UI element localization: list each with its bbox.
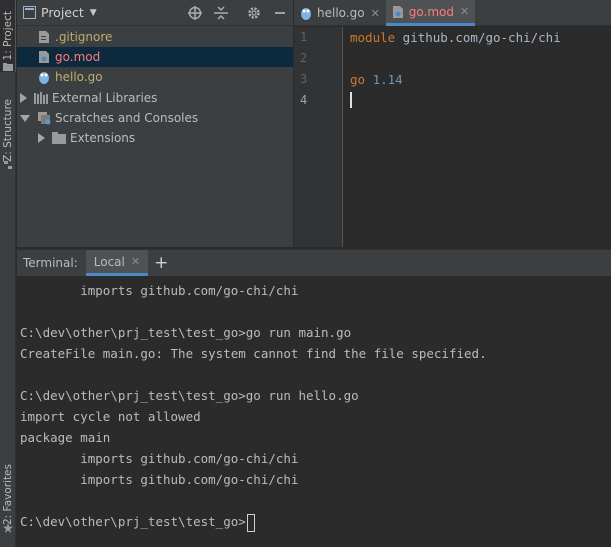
tree-item-scratches[interactable]: Scratches and Consoles — [17, 108, 293, 128]
terminal-line: package main — [20, 430, 111, 445]
terminal-line: imports github.com/go-chi/chi — [20, 472, 299, 487]
favorites-tool-tab-label: 2: Favorites — [2, 463, 14, 525]
locate-target-icon[interactable] — [187, 5, 202, 20]
tree-item-external-libraries[interactable]: External Libraries — [17, 88, 293, 108]
project-tool-tab[interactable]: 1: Project — [0, 0, 16, 72]
hide-panel-icon[interactable] — [272, 5, 287, 20]
tool-window-strip: 1: Project Z: Structure 2: Favorites — [0, 0, 16, 547]
tab-hello-go[interactable]: hello.go ✕ — [294, 0, 386, 26]
terminal-tab-label: Local — [93, 254, 125, 269]
star-icon — [3, 523, 13, 533]
project-panel: Project ▼ .gitignore go.mod hello.go Ext… — [17, 0, 293, 247]
go-keyword: go — [350, 72, 366, 87]
folder-icon — [3, 63, 13, 71]
file-icon — [37, 30, 51, 44]
terminal-prompt: C:\dev\other\prj_test\test_go> — [20, 514, 246, 529]
tree-item-label: .gitignore — [55, 30, 113, 44]
tree-item-label: hello.go — [55, 70, 103, 84]
go-version: 1.14 — [365, 72, 403, 87]
close-icon[interactable]: ✕ — [460, 5, 469, 18]
terminal-line: C:\dev\other\prj_test\test_go>go run mai… — [20, 325, 352, 340]
terminal-line: CreateFile main.go: The system cannot fi… — [20, 346, 487, 361]
terminal-tab-local[interactable]: Local ✕ — [85, 250, 149, 276]
editor-pane: hello.go ✕ go.mod ✕ 1 2 3 4 module githu… — [294, 0, 611, 247]
gopher-icon — [301, 8, 311, 20]
line-number: 2 — [300, 51, 308, 65]
editor-tab-bar: hello.go ✕ go.mod ✕ — [294, 0, 611, 26]
chevron-down-icon[interactable] — [20, 114, 30, 122]
add-tab-icon[interactable]: + — [154, 253, 168, 273]
text-caret — [350, 92, 352, 108]
module-path: github.com/go-chi/chi — [395, 30, 561, 45]
close-icon[interactable]: ✕ — [131, 255, 140, 268]
structure-tool-tab[interactable]: Z: Structure — [0, 90, 16, 170]
line-number: 4 — [300, 93, 308, 107]
tree-item-gitignore[interactable]: .gitignore — [17, 27, 293, 47]
chevron-right-icon[interactable] — [38, 133, 45, 143]
terminal-line: imports github.com/go-chi/chi — [20, 451, 299, 466]
chevron-down-icon[interactable]: ▼ — [90, 8, 97, 18]
project-tool-tab-label: 1: Project — [1, 11, 14, 61]
folder-icon — [52, 131, 66, 145]
gopher-icon — [37, 70, 51, 84]
scratches-icon — [37, 111, 51, 125]
terminal-title: Terminal: — [23, 256, 78, 270]
tree-item-extensions[interactable]: Extensions — [17, 128, 293, 148]
gomod-icon — [392, 5, 403, 18]
tab-go-mod[interactable]: go.mod ✕ — [385, 0, 476, 26]
terminal-prompt-line[interactable]: C:\dev\other\prj_test\test_go> — [20, 511, 610, 532]
terminal-line: imports github.com/go-chi/chi — [20, 283, 299, 298]
tree-item-hello-go[interactable]: hello.go — [17, 67, 293, 87]
tree-item-label: External Libraries — [52, 91, 158, 105]
tree-item-go-mod[interactable]: go.mod — [17, 47, 293, 67]
code-area[interactable]: module github.com/go-chi/chi go 1.14 — [350, 27, 610, 247]
gear-icon[interactable] — [246, 5, 261, 20]
library-icon — [34, 91, 48, 105]
terminal-cursor — [246, 513, 255, 532]
structure-icon — [4, 161, 12, 169]
project-panel-header: Project ▼ — [17, 0, 293, 26]
tab-label: go.mod — [408, 4, 454, 19]
tree-item-label: go.mod — [55, 50, 101, 64]
terminal-line: C:\dev\other\prj_test\test_go>go run hel… — [20, 388, 359, 403]
tab-label: hello.go — [317, 6, 365, 20]
project-view-icon — [23, 6, 36, 19]
terminal-output[interactable]: imports github.com/go-chi/chi C:\dev\oth… — [20, 280, 610, 532]
terminal-header: Terminal: Local ✕ + — [17, 250, 611, 276]
structure-tool-tab-label: Z: Structure — [2, 98, 14, 162]
module-keyword: module — [350, 30, 396, 45]
terminal-panel: Terminal: Local ✕ + imports github.com/g… — [17, 249, 611, 547]
chevron-right-icon[interactable] — [20, 93, 27, 103]
project-view-selector[interactable]: Project — [41, 5, 84, 20]
favorites-tool-tab[interactable]: 2: Favorites — [0, 455, 16, 533]
terminal-line: import cycle not allowed — [20, 409, 201, 424]
line-number: 3 — [300, 72, 308, 86]
tree-item-label: Extensions — [70, 131, 136, 145]
line-number-gutter: 1 2 3 4 — [294, 27, 343, 247]
close-icon[interactable]: ✕ — [371, 7, 380, 20]
code-line-1: module github.com/go-chi/chi — [350, 30, 561, 45]
tree-item-label: Scratches and Consoles — [55, 111, 199, 125]
line-number: 1 — [300, 30, 308, 44]
code-line-3: go 1.14 — [350, 72, 403, 87]
collapse-all-icon[interactable] — [213, 5, 228, 20]
gomod-icon — [37, 50, 51, 64]
